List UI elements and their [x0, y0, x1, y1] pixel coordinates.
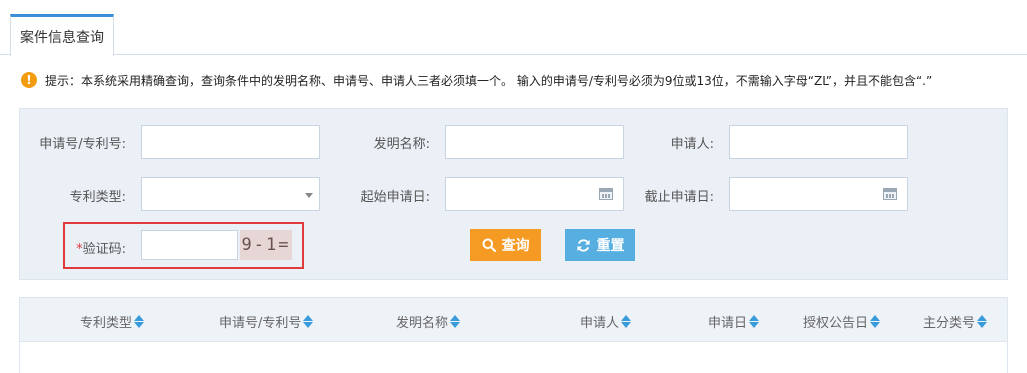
- refresh-icon: [576, 238, 590, 252]
- column-header-applicant[interactable]: 申请人: [580, 312, 632, 331]
- start-date-field[interactable]: [445, 177, 624, 211]
- invention-name-label: 发明名称:: [373, 137, 430, 152]
- app-number-input[interactable]: [142, 126, 319, 158]
- exclamation-icon: !: [21, 72, 37, 88]
- captcha-label: 验证码:: [82, 242, 126, 257]
- column-label: 申请号/专利号: [219, 316, 302, 331]
- tab-bar: 案件信息查询: [0, 0, 1027, 56]
- sort-icon[interactable]: [977, 315, 988, 328]
- calendar-icon[interactable]: [883, 188, 897, 200]
- column-label: 授权公告日: [803, 316, 869, 331]
- tab-label: 案件信息查询: [20, 29, 104, 46]
- captcha-label-group: *验证码:: [70, 238, 126, 257]
- chevron-down-icon: [305, 193, 313, 198]
- start-date-label: 起始申请日:: [360, 190, 430, 205]
- table-header: 专利类型 申请号/专利号 发明名称 申请人 申请日 授权公告日 主分类号: [20, 298, 1007, 342]
- column-header-app-date[interactable]: 申请日: [708, 312, 760, 331]
- tab-case-info-query[interactable]: 案件信息查询: [10, 14, 114, 56]
- end-date-field[interactable]: [729, 177, 908, 211]
- end-date-label: 截止申请日:: [644, 190, 714, 205]
- sort-icon[interactable]: [870, 315, 881, 328]
- invention-name-field[interactable]: [445, 125, 624, 159]
- column-label: 发明名称: [396, 316, 449, 331]
- invention-name-input[interactable]: [446, 126, 623, 158]
- search-button[interactable]: 查询: [470, 229, 541, 261]
- sort-icon[interactable]: [450, 315, 461, 328]
- reset-button[interactable]: 重置: [565, 229, 635, 261]
- sort-icon[interactable]: [749, 315, 760, 328]
- column-label: 主分类号: [923, 316, 976, 331]
- reset-button-label: 重置: [596, 238, 625, 254]
- end-date-input[interactable]: [730, 178, 907, 210]
- patent-type-label: 专利类型:: [69, 190, 126, 205]
- captcha-field[interactable]: [141, 230, 238, 260]
- applicant-input[interactable]: [730, 126, 907, 158]
- start-date-input[interactable]: [446, 178, 623, 210]
- patent-type-select[interactable]: [141, 177, 320, 211]
- column-label: 申请日: [708, 316, 748, 331]
- column-header-grant-date[interactable]: 授权公告日: [803, 312, 881, 331]
- app-number-label: 申请号/专利号:: [39, 137, 126, 152]
- sort-icon[interactable]: [303, 315, 314, 328]
- search-icon: [482, 238, 496, 252]
- captcha-input[interactable]: [142, 231, 237, 259]
- tip-message: ! 提示：本系统采用精确查询，查询条件中的发明名称、申请号、申请人三者必须填一个…: [21, 70, 932, 90]
- captcha-image[interactable]: 9-1=: [240, 230, 292, 260]
- sort-icon[interactable]: [134, 315, 145, 328]
- calendar-icon[interactable]: [599, 188, 613, 200]
- sort-icon[interactable]: [621, 315, 632, 328]
- column-header-patent-type[interactable]: 专利类型: [80, 312, 145, 331]
- tip-text: 提示：本系统采用精确查询，查询条件中的发明名称、申请号、申请人三者必须填一个。 …: [45, 73, 933, 88]
- app-number-field[interactable]: [141, 125, 320, 159]
- results-table: 专利类型 申请号/专利号 发明名称 申请人 申请日 授权公告日 主分类号: [19, 297, 1008, 373]
- column-header-main-class[interactable]: 主分类号: [923, 312, 988, 331]
- applicant-label: 申请人:: [670, 137, 714, 152]
- captcha-image-text: 9-1=: [241, 235, 291, 255]
- column-header-invention-name[interactable]: 发明名称: [396, 312, 461, 331]
- applicant-field[interactable]: [729, 125, 908, 159]
- search-button-label: 查询: [501, 238, 530, 254]
- column-header-app-number[interactable]: 申请号/专利号: [219, 312, 314, 331]
- column-label: 专利类型: [80, 316, 133, 331]
- column-label: 申请人: [580, 316, 620, 331]
